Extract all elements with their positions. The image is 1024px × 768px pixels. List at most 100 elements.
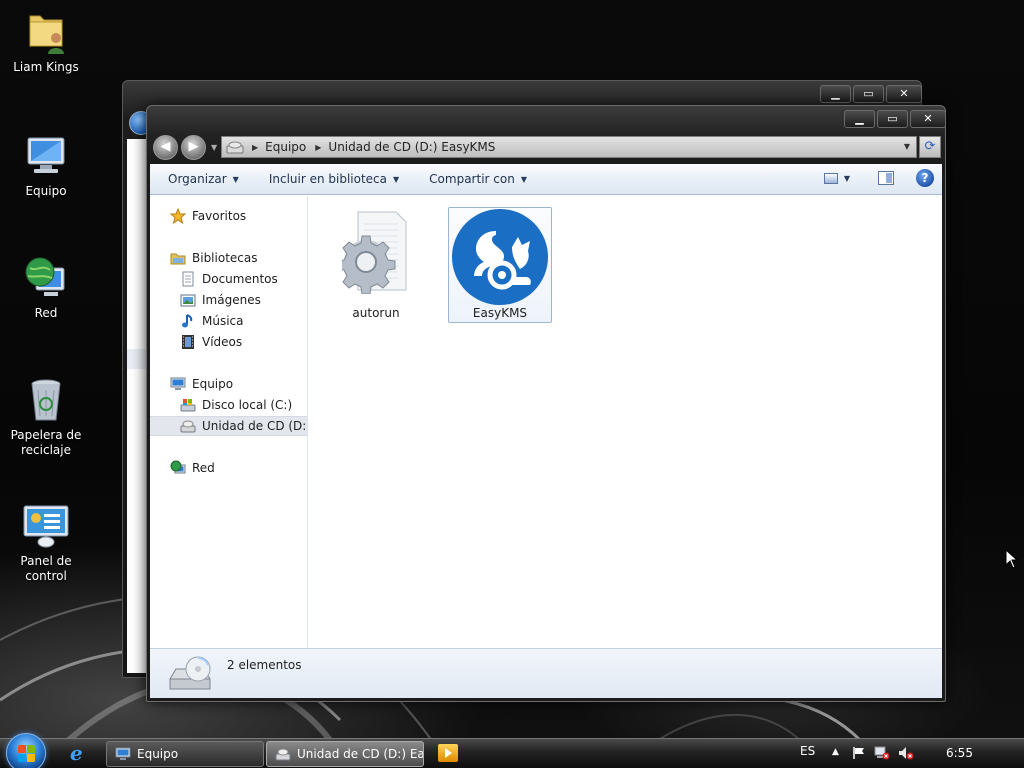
computer-icon (22, 132, 70, 180)
recycle-bin-icon (22, 376, 70, 424)
nav-item-label: Equipo (192, 377, 234, 391)
start-button[interactable] (6, 733, 46, 768)
mouse-cursor-icon (1005, 548, 1019, 569)
breadcrumb-cd-drive[interactable]: Unidad de CD (D:) EasyKMS (328, 140, 495, 154)
file-item-easykms[interactable]: EasyKMS (448, 207, 552, 323)
desktop-icon-label: Panel de control (20, 554, 72, 583)
file-name: autorun (352, 306, 400, 320)
nav-item-computer[interactable]: Equipo (150, 374, 307, 394)
media-player-icon[interactable] (438, 744, 458, 762)
nav-item-network[interactable]: Red (150, 458, 307, 478)
desktop-icon-label: Papelera de reciclaje (10, 428, 82, 457)
nav-item-label: Imágenes (202, 293, 261, 307)
nav-item-label: Documentos (202, 272, 278, 286)
details-pane: 2 elementos (150, 648, 942, 698)
share-with-menu-button[interactable]: Compartir con ▼ (429, 172, 527, 186)
item-count: 2 elementos (227, 658, 302, 672)
organize-menu-button[interactable]: Organizar ▼ (168, 172, 239, 186)
control-panel-icon (22, 502, 70, 550)
maximize-button[interactable]: ▭ (877, 110, 908, 128)
explorer-window[interactable]: ▁ ▭ ✕ ◀ ▶ ▼ ▶ Equipo ▶ Unidad de CD (D:)… (146, 105, 946, 702)
volume-muted-icon[interactable] (898, 746, 914, 760)
hard-drive-icon (180, 397, 196, 413)
view-options-dropdown-icon[interactable]: ▼ (844, 174, 850, 183)
file-name: EasyKMS (472, 306, 528, 320)
desktop-icon-recycle-bin[interactable]: Papelera de reciclaje (0, 376, 92, 458)
action-center-flag-icon[interactable] (852, 746, 866, 760)
nav-item-pictures[interactable]: Imágenes (150, 290, 307, 310)
file-list[interactable]: autorun EasyKMS (309, 196, 942, 648)
cd-drive-icon (226, 140, 244, 154)
include-in-library-label: Incluir en biblioteca (268, 172, 388, 186)
taskbar-button-computer[interactable]: Equipo (106, 741, 264, 767)
desktop-icon-user-folder[interactable]: Liam Kings (0, 8, 92, 75)
show-hidden-icons-button[interactable]: ▲ (832, 747, 839, 757)
preview-pane-icon[interactable] (878, 171, 894, 185)
refresh-button[interactable]: ⟳ (919, 136, 941, 158)
network-globe-icon (170, 460, 186, 476)
taskbar-button-cd-drive[interactable]: Unidad de CD (D:) Ea... (266, 741, 424, 767)
nav-item-label: Bibliotecas (192, 251, 258, 265)
breadcrumb-separator-icon[interactable]: ▶ (315, 143, 321, 152)
network-status-icon[interactable] (874, 746, 890, 760)
nav-item-libraries[interactable]: Bibliotecas (150, 248, 307, 268)
pictures-icon (180, 292, 196, 308)
nav-item-label: Favoritos (192, 209, 247, 223)
network-globe-icon (22, 254, 70, 302)
user-folder-icon (22, 8, 70, 56)
back-button[interactable]: ◀ (153, 135, 178, 160)
back-window-maximize-button[interactable]: ▭ (853, 85, 884, 103)
nav-item-videos[interactable]: Vídeos (150, 332, 307, 352)
nav-item-label: Disco local (C:) (202, 398, 293, 412)
breadcrumb-separator-icon[interactable]: ▶ (252, 143, 258, 152)
taskbar: e Equipo Unidad de CD (D:) Ea... ES ▲ 6:… (0, 733, 1024, 768)
file-item-autorun[interactable]: autorun (324, 208, 428, 324)
desktop-icon-control-panel[interactable]: Panel de control (0, 502, 92, 584)
nav-item-documents[interactable]: Documentos (150, 269, 307, 289)
close-button[interactable]: ✕ (910, 110, 946, 128)
desktop-icon-label: Red (34, 306, 58, 320)
desktop-icon-computer[interactable]: Equipo (0, 132, 92, 199)
film-strip-icon (180, 334, 196, 350)
star-icon (169, 207, 187, 225)
back-window-minimize-button[interactable]: ▁ (820, 85, 851, 103)
chevron-down-icon: ▼ (520, 174, 527, 184)
nav-item-local-disk-c[interactable]: Disco local (C:) (150, 395, 307, 415)
desktop-icon-label: Liam Kings (13, 60, 79, 74)
minimize-button[interactable]: ▁ (844, 110, 875, 128)
help-button[interactable]: ? (916, 169, 934, 187)
back-window-close-button[interactable]: ✕ (886, 85, 922, 103)
taskbar-clock[interactable]: 6:55 (946, 746, 973, 760)
command-bar-right-group: ▼ ? (823, 169, 934, 187)
share-with-label: Compartir con (429, 172, 515, 186)
chevron-down-icon: ▼ (393, 174, 400, 184)
cd-drive-icon (166, 655, 214, 695)
desktop-icon-network[interactable]: Red (0, 254, 92, 321)
address-history-dropdown-icon[interactable]: ▼ (904, 142, 910, 151)
internet-explorer-icon[interactable]: e (70, 743, 90, 764)
breadcrumb-computer[interactable]: Equipo (265, 140, 306, 154)
nav-item-music[interactable]: Música (150, 311, 307, 331)
nav-item-label: Vídeos (202, 335, 243, 349)
recent-pages-dropdown-icon[interactable]: ▼ (211, 143, 217, 152)
explorer-client-area: Organizar ▼ Incluir en biblioteca ▼ Comp… (150, 164, 942, 698)
taskbar-button-label: Equipo (137, 747, 179, 761)
forward-button[interactable]: ▶ (181, 135, 206, 160)
explorer-caption-buttons: ▁ ▭ ✕ (844, 110, 946, 128)
include-in-library-menu-button[interactable]: Incluir en biblioteca ▼ (269, 172, 399, 186)
language-indicator[interactable]: ES (800, 744, 815, 758)
easykms-app-icon (452, 209, 548, 305)
cd-drive-icon (275, 747, 291, 761)
libraries-icon (170, 250, 186, 266)
settings-file-icon (336, 210, 410, 295)
change-view-icon[interactable] (823, 172, 838, 184)
navigation-pane: Favoritos Bibliotecas Documentos Imágene… (150, 196, 308, 648)
nav-item-cd-drive-d[interactable]: Unidad de CD (D:) Ea (150, 416, 307, 436)
cd-drive-icon (180, 418, 196, 434)
address-bar[interactable]: ▶ Equipo ▶ Unidad de CD (D:) EasyKMS ▼ (221, 136, 917, 158)
desktop-icon-label: Equipo (25, 184, 67, 198)
system-tray: ES ▲ 6:55 (784, 739, 1024, 768)
nav-item-favorites[interactable]: Favoritos (150, 206, 307, 226)
nav-item-label: Unidad de CD (D:) Ea (202, 419, 307, 433)
command-bar: Organizar ▼ Incluir en biblioteca ▼ Comp… (150, 164, 942, 195)
